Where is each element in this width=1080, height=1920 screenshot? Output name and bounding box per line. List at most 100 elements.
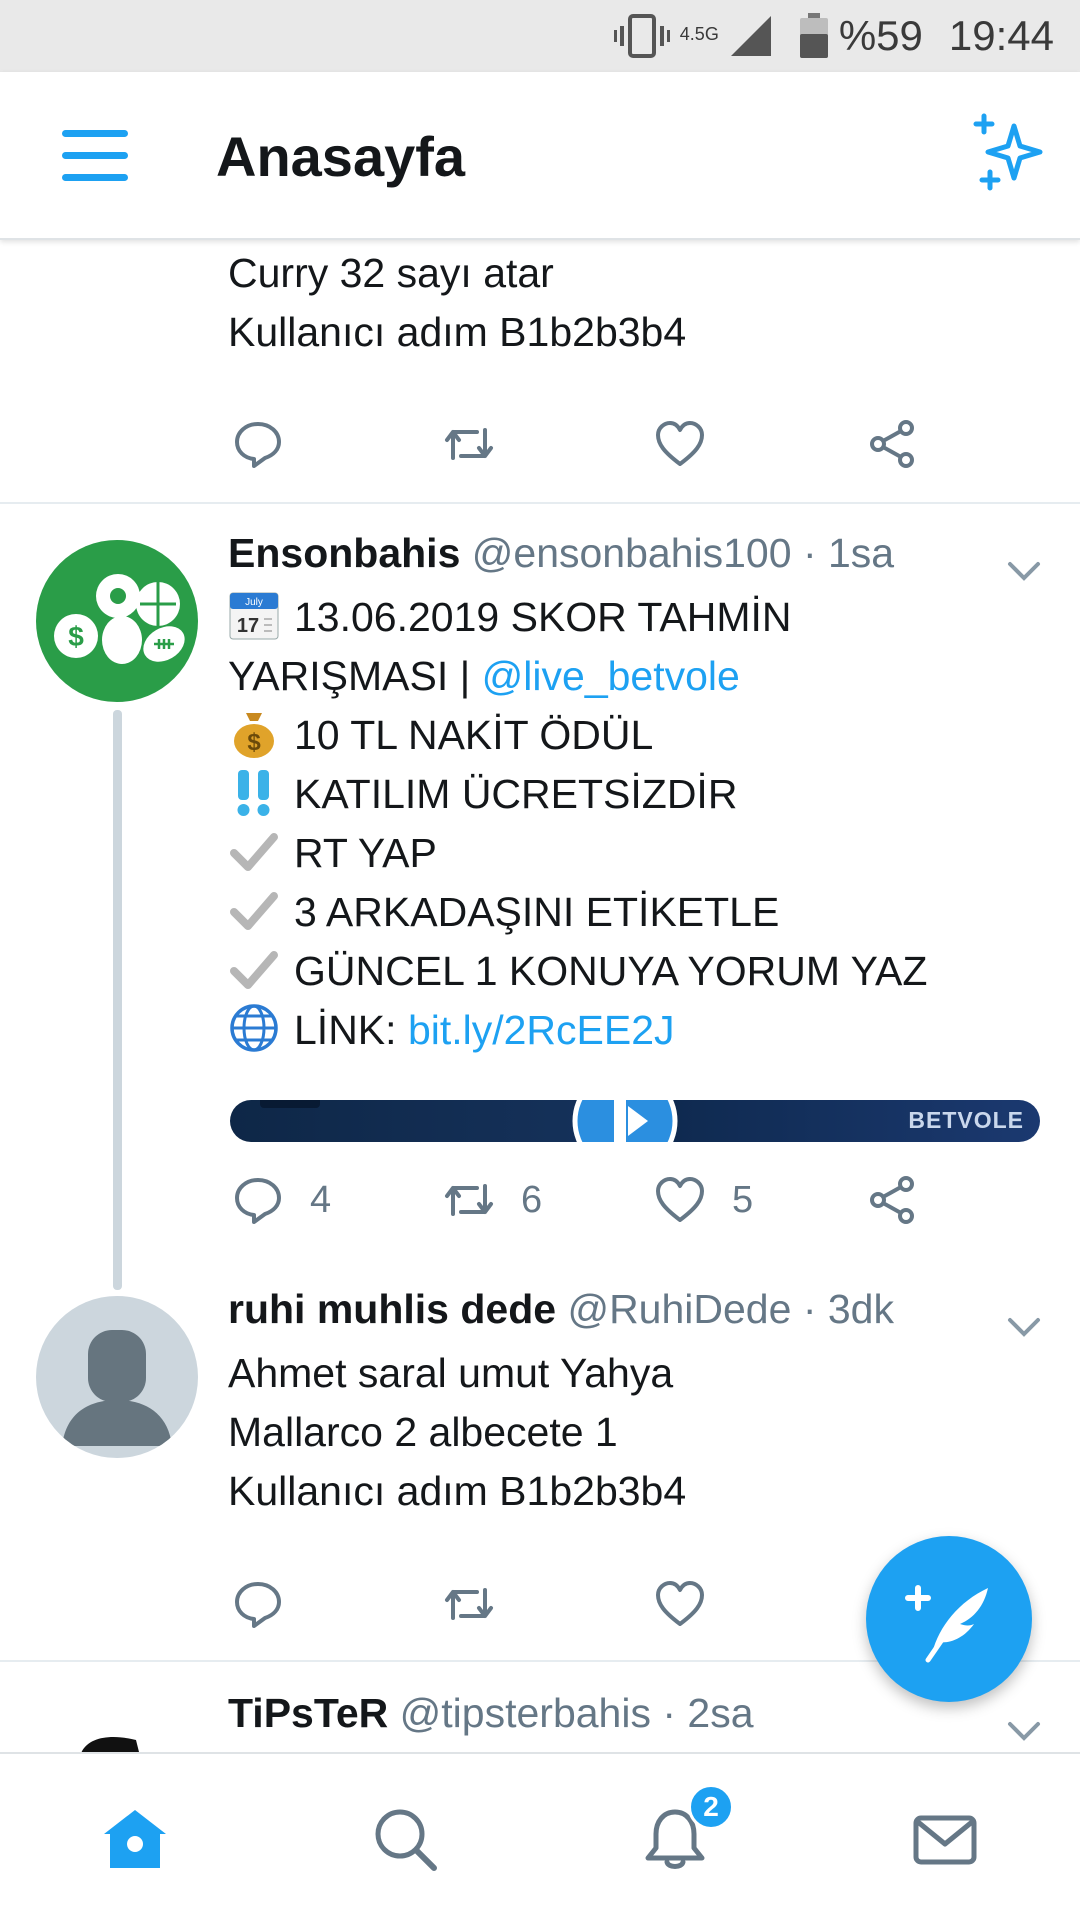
tweet-line-text: RT YAP [294, 830, 437, 876]
share-button[interactable] [866, 418, 918, 470]
vibrate-icon [613, 14, 670, 58]
like-button[interactable]: 5 [654, 1174, 753, 1226]
retweet-icon [445, 428, 493, 460]
share-icon [870, 420, 914, 468]
tweet-text-line: Kullanıcı adım B1b2b3b4 [228, 1468, 687, 1514]
reply-icon [235, 422, 281, 468]
author-name[interactable]: TiPsTeR [228, 1690, 388, 1736]
reply-icon [235, 1178, 281, 1224]
tweet-time: · 1sa [802, 530, 895, 576]
status-bar: 4.5G %59 19:44 [0, 0, 1080, 72]
retweet-icon [445, 1184, 493, 1216]
home-icon[interactable] [100, 1804, 170, 1874]
tweet-text-line: Kullanıcı adım B1b2b3b4 [228, 309, 687, 355]
tweet-text-line: GÜNCEL 1 KONUYA YORUM YAZ [228, 942, 1048, 1001]
share-button[interactable] [866, 1174, 918, 1226]
globe-icon [228, 1002, 280, 1054]
author-handle[interactable]: @tipsterbahis [400, 1690, 651, 1736]
bottom-navigation: 2 [0, 1752, 1080, 1920]
url-link[interactable]: bit.ly/2RcEE2J [408, 1007, 675, 1053]
svg-text:$: $ [68, 621, 84, 652]
twitter-home-screen: 4.5G %59 19:44 Anasayfa Curry 32 sayı at… [0, 0, 1080, 1920]
battery-icon [799, 13, 828, 58]
tweet-text-line: RT YAP [228, 824, 1048, 883]
tweet-line-text: 3 ARKADAŞINI ETİKETLE [294, 889, 780, 935]
media-card[interactable]: BETVOLE [230, 1100, 1040, 1142]
retweet-icon [445, 1588, 493, 1620]
calendar-icon: July 17 [228, 589, 280, 641]
calendar-month: July [245, 597, 263, 608]
thread-line [113, 710, 122, 1290]
heart-icon [656, 1581, 704, 1626]
tweet-line-text: YARIŞMASI | [228, 653, 482, 699]
tweet-time: · 3dk [802, 1286, 894, 1332]
default-profile-icon [62, 1330, 172, 1446]
tweet-text-line: YARIŞMASI | @live_betvole [228, 647, 1048, 706]
money-bag-icon: $ [228, 707, 280, 759]
heart-icon [656, 1177, 704, 1222]
tweet-line-text: GÜNCEL 1 KONUYA YORUM YAZ [294, 948, 928, 994]
battery-level: %59 [838, 12, 923, 59]
messages-mail-icon[interactable] [910, 1804, 980, 1874]
signal-icon [730, 16, 771, 56]
brand-logo: BETVOLE [908, 1107, 1024, 1133]
hamburger-menu-icon[interactable] [62, 130, 128, 182]
chevron-down-icon[interactable] [1004, 556, 1044, 586]
tweet-text-line: Curry 32 sayı atar [228, 250, 554, 296]
play-icon [572, 1100, 678, 1142]
tweet-line-text: LİNK: [294, 1007, 408, 1053]
reply-button[interactable]: 4 [232, 1174, 331, 1226]
svg-text:$: $ [247, 729, 261, 756]
tweet-text-line: LİNK: bit.ly/2RcEE2J [228, 1001, 1048, 1060]
notification-badge: 2 [688, 1784, 734, 1830]
avatar[interactable]: $ [36, 540, 198, 702]
search-icon[interactable] [370, 1804, 440, 1874]
tweet-text-line: Mallarco 2 albecete 1 [228, 1409, 618, 1455]
tweet-line-text: KATILIM ÜCRETSİZDİR [294, 771, 738, 817]
chevron-down-icon[interactable] [1004, 1716, 1044, 1746]
network-type: 4.5G [679, 24, 719, 44]
reply-button[interactable] [232, 418, 284, 470]
tweet-divider [0, 502, 1080, 504]
avatar[interactable] [36, 1696, 198, 1752]
clock: 19:44 [948, 12, 1054, 59]
check-mark-icon [228, 943, 280, 995]
hat-avatar-icon [81, 1737, 139, 1752]
top-app-bar: Anasayfa [0, 72, 1080, 240]
heart-icon [656, 421, 704, 466]
page-title: Anasayfa [216, 125, 466, 188]
sparkle-icon[interactable] [968, 112, 1048, 192]
sports-logo-icon: $ [54, 574, 185, 664]
check-mark-icon [228, 825, 280, 877]
author-handle[interactable]: @ensonbahis100 [472, 530, 792, 576]
chevron-down-icon[interactable] [1004, 1312, 1044, 1342]
retweet-count: 6 [521, 1178, 543, 1221]
retweet-button[interactable]: 6 [443, 1174, 542, 1226]
author-name[interactable]: Ensonbahis [228, 530, 460, 576]
tweet-text-line: $ 10 TL NAKİT ÖDÜL [228, 706, 1048, 765]
avatar[interactable] [36, 1296, 198, 1458]
compose-feather-icon [905, 1585, 988, 1663]
mention-link[interactable]: @live_betvole [482, 653, 740, 699]
retweet-button[interactable] [443, 1578, 495, 1630]
tweet-line-text: 13.06.2019 SKOR TAHMİN [294, 594, 792, 640]
timeline-feed[interactable]: Curry 32 sayı atar Kullanıcı adım B1b2b3… [0, 240, 1080, 1752]
tweet-text-line: KATILIM ÜCRETSİZDİR [228, 765, 1048, 824]
reply-icon [235, 1582, 281, 1628]
like-button[interactable] [654, 418, 706, 470]
like-button[interactable] [654, 1578, 706, 1630]
author-name[interactable]: ruhi muhlis dede [228, 1286, 556, 1332]
tweet-text-line: Ahmet saral umut Yahya [228, 1350, 674, 1396]
author-handle[interactable]: @RuhiDede [567, 1286, 791, 1332]
retweet-button[interactable] [443, 418, 495, 470]
play-button[interactable] [570, 1100, 680, 1142]
reply-button[interactable] [232, 1578, 284, 1630]
double-exclamation-icon [228, 766, 280, 818]
tweet-time: · 2sa [662, 1690, 754, 1736]
compose-tweet-button[interactable] [866, 1536, 1032, 1702]
calendar-day: 17 [237, 615, 259, 637]
tweet-line-text: 10 TL NAKİT ÖDÜL [294, 712, 654, 758]
like-count: 5 [732, 1178, 754, 1221]
share-icon [870, 1176, 914, 1224]
check-mark-icon [228, 884, 280, 936]
